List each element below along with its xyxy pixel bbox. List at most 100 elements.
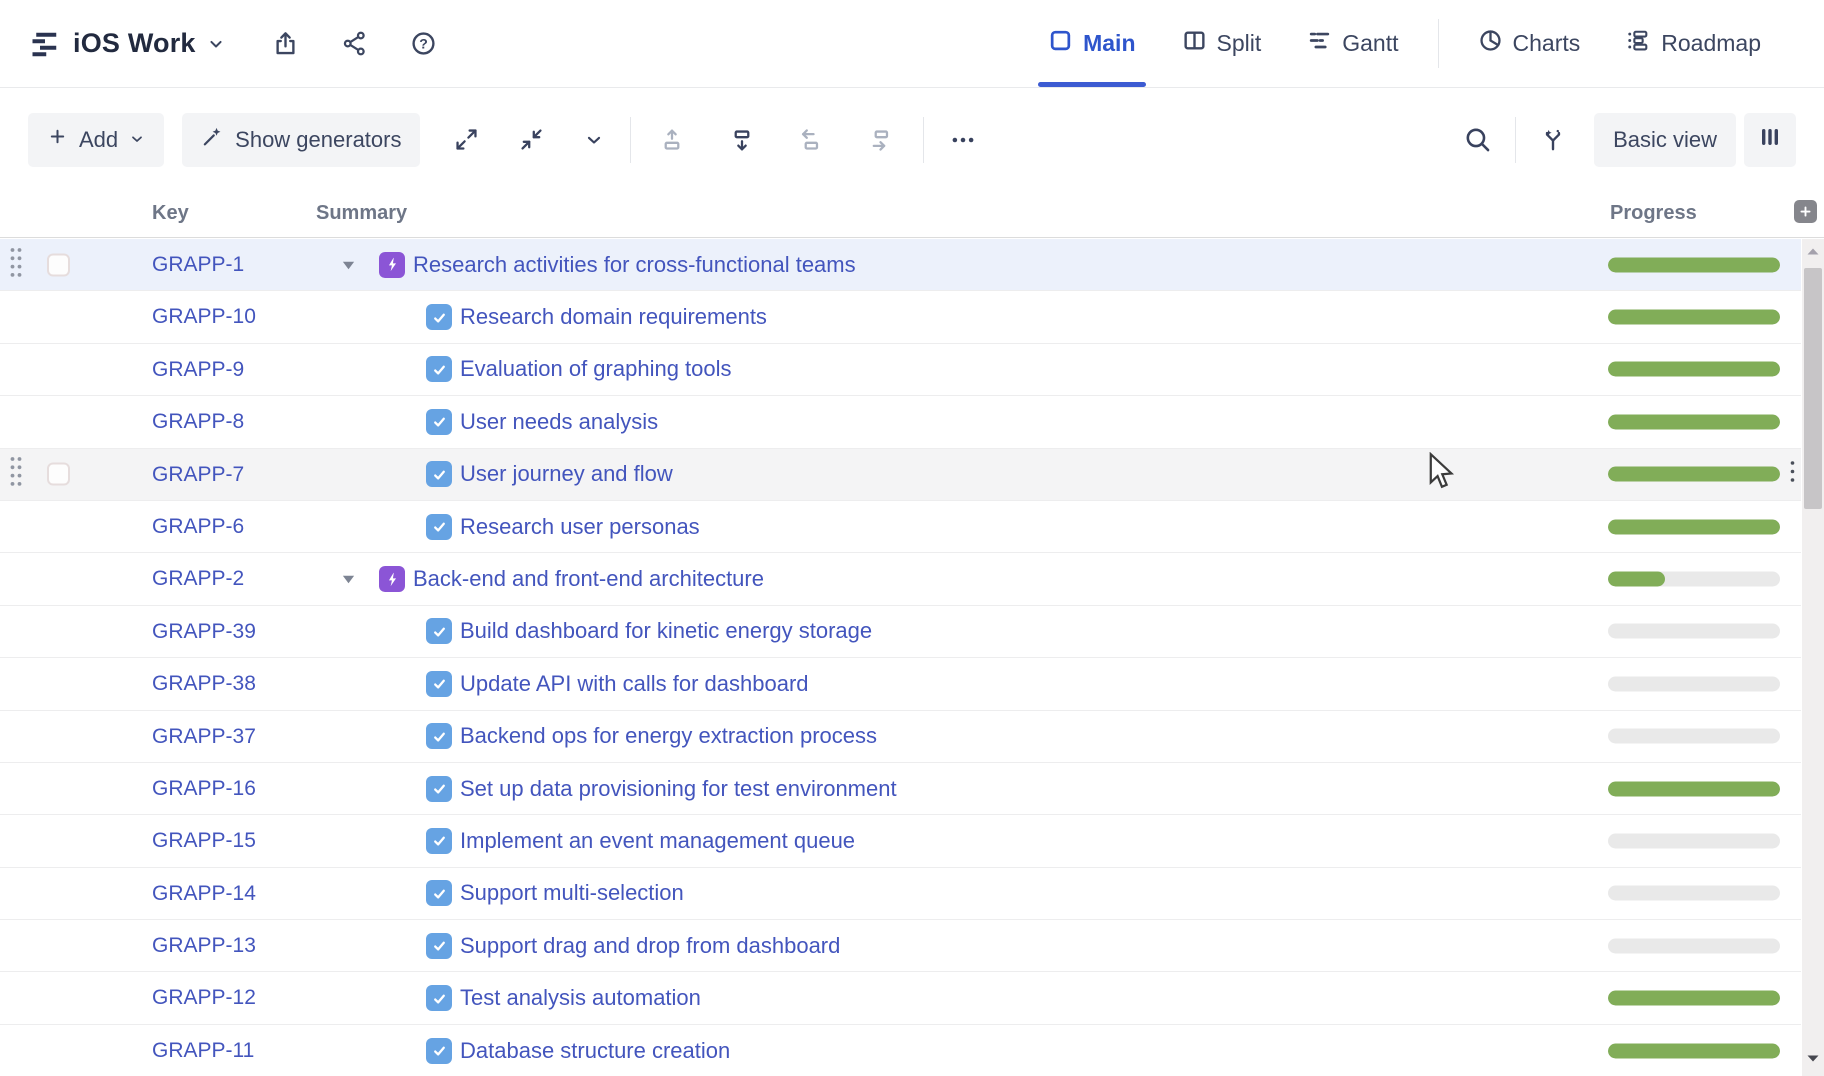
table-row[interactable]: GRAPP-2 Back-end and front-end architect…	[0, 553, 1801, 605]
show-generators-button[interactable]: Show generators	[182, 113, 420, 167]
tab-split[interactable]: Split	[1182, 0, 1262, 87]
row-actions-kebab[interactable]	[1789, 459, 1796, 489]
issue-key-link[interactable]: GRAPP-15	[152, 815, 256, 867]
issue-key-link[interactable]: GRAPP-38	[152, 658, 256, 710]
structure-title[interactable]: iOS Work	[73, 28, 196, 59]
column-header-key[interactable]: Key	[152, 190, 189, 236]
structure-switcher-chevron-icon[interactable]	[206, 34, 226, 54]
expand-collapse-chevron-icon[interactable]	[341, 573, 379, 585]
issue-summary-link[interactable]: Build dashboard for kinetic energy stora…	[460, 618, 872, 644]
table-row[interactable]: GRAPP-12 Test analysis automation	[0, 972, 1801, 1024]
issue-summary-link[interactable]: User journey and flow	[460, 461, 673, 487]
vertical-scrollbar[interactable]	[1802, 239, 1824, 1076]
drag-handle-icon[interactable]	[8, 246, 24, 284]
add-column-button[interactable]	[1794, 200, 1817, 223]
table-row[interactable]: GRAPP-11 Database structure creation	[0, 1025, 1801, 1076]
summary-cell: Support multi-selection	[341, 868, 684, 919]
view-selector-button[interactable]: Basic view	[1594, 113, 1736, 167]
table-row[interactable]: GRAPP-39 Build dashboard for kinetic ene…	[0, 606, 1801, 658]
scroll-down-icon[interactable]	[1805, 1050, 1821, 1071]
issue-key-link[interactable]: GRAPP-14	[152, 868, 256, 920]
progress-fill	[1608, 362, 1780, 377]
issue-key-link[interactable]: GRAPP-39	[152, 606, 256, 658]
outdent-button[interactable]	[799, 127, 825, 153]
issue-key-link[interactable]: GRAPP-37	[152, 711, 256, 763]
summary-cell: Set up data provisioning for test enviro…	[341, 763, 897, 814]
issue-summary-link[interactable]: Research user personas	[460, 514, 700, 540]
issue-key-link[interactable]: GRAPP-7	[152, 449, 244, 501]
expand-level-chevron-button[interactable]	[584, 130, 604, 150]
issue-summary-link[interactable]: User needs analysis	[460, 409, 658, 435]
issue-summary-link[interactable]: Update API with calls for dashboard	[460, 671, 809, 697]
tab-charts[interactable]: Charts	[1478, 0, 1581, 87]
row-checkbox[interactable]	[47, 253, 70, 276]
issue-summary-link[interactable]: Database structure creation	[460, 1038, 730, 1064]
issue-key-link[interactable]: GRAPP-10	[152, 291, 256, 343]
issue-summary-link[interactable]: Support drag and drop from dashboard	[460, 933, 840, 959]
expand-collapse-chevron-icon[interactable]	[341, 259, 379, 271]
export-button[interactable]	[272, 30, 299, 57]
search-button[interactable]	[1464, 126, 1491, 153]
columns-button[interactable]	[1744, 113, 1796, 167]
help-button[interactable]: ?	[410, 30, 437, 57]
table-row[interactable]: GRAPP-7 User journey and flow	[0, 449, 1801, 501]
column-header-summary[interactable]: Summary	[316, 190, 407, 236]
issue-summary-link[interactable]: Back-end and front-end architecture	[413, 566, 764, 592]
issue-summary-link[interactable]: Implement an event management queue	[460, 828, 855, 854]
row-checkbox[interactable]	[47, 463, 70, 486]
issue-summary-link[interactable]: Backend ops for energy extraction proces…	[460, 723, 877, 749]
issue-summary-link[interactable]: Evaluation of graphing tools	[460, 356, 732, 382]
scroll-up-icon[interactable]	[1805, 244, 1821, 265]
expand-all-button[interactable]	[454, 127, 479, 152]
issue-key-link[interactable]: GRAPP-16	[152, 763, 256, 815]
issue-key-link[interactable]: GRAPP-2	[152, 553, 244, 605]
tab-gantt[interactable]: Gantt	[1307, 0, 1398, 87]
issue-key-link[interactable]: GRAPP-8	[152, 396, 244, 448]
indent-button[interactable]	[869, 127, 895, 153]
issue-key-link[interactable]: GRAPP-6	[152, 501, 244, 553]
table-row[interactable]: GRAPP-38 Update API with calls for dashb…	[0, 658, 1801, 710]
app-header: iOS Work ?	[0, 0, 1824, 88]
issue-type-icon	[426, 723, 452, 749]
move-down-button[interactable]	[729, 127, 755, 153]
summary-cell: Research user personas	[341, 501, 700, 552]
table-row[interactable]: GRAPP-6 Research user personas	[0, 501, 1801, 553]
column-header-progress[interactable]: Progress	[1610, 190, 1697, 236]
table-row[interactable]: GRAPP-13 Support drag and drop from dash…	[0, 920, 1801, 972]
issue-key-link[interactable]: GRAPP-13	[152, 920, 256, 972]
more-actions-button[interactable]	[950, 127, 976, 153]
table-row[interactable]: GRAPP-10 Research domain requirements	[0, 291, 1801, 343]
progress-fill	[1608, 467, 1780, 482]
roadmap-icon	[1626, 28, 1651, 59]
table-row[interactable]: GRAPP-14 Support multi-selection	[0, 868, 1801, 920]
tab-roadmap[interactable]: Roadmap	[1626, 0, 1761, 87]
drag-handle-icon[interactable]	[8, 455, 24, 493]
add-button[interactable]: Add	[28, 113, 164, 167]
issue-type-icon	[426, 461, 452, 487]
tab-main[interactable]: Main	[1048, 0, 1135, 87]
issue-summary-link[interactable]: Research domain requirements	[460, 304, 767, 330]
issue-summary-link[interactable]: Test analysis automation	[460, 985, 701, 1011]
scrollbar-thumb[interactable]	[1804, 268, 1822, 509]
issue-key-link[interactable]: GRAPP-12	[152, 972, 256, 1024]
collapse-all-button[interactable]	[519, 127, 544, 152]
table-row[interactable]: GRAPP-8 User needs analysis	[0, 396, 1801, 448]
chevron-down-icon	[129, 127, 145, 153]
issue-key-link[interactable]: GRAPP-11	[152, 1025, 254, 1076]
issue-summary-link[interactable]: Support multi-selection	[460, 880, 684, 906]
table-row[interactable]: GRAPP-16 Set up data provisioning for te…	[0, 763, 1801, 815]
share-button[interactable]	[341, 30, 368, 57]
smart-filter-button[interactable]	[1540, 127, 1566, 153]
progress-bar	[1608, 833, 1780, 848]
issue-summary-link[interactable]: Set up data provisioning for test enviro…	[460, 776, 897, 802]
table-row[interactable]: GRAPP-9 Evaluation of graphing tools	[0, 344, 1801, 396]
progress-bar	[1608, 519, 1780, 534]
issue-summary-link[interactable]: Research activities for cross-functional…	[413, 252, 856, 278]
table-row[interactable]: GRAPP-37 Backend ops for energy extracti…	[0, 711, 1801, 763]
move-up-button[interactable]	[659, 127, 685, 153]
table-row[interactable]: GRAPP-15 Implement an event management q…	[0, 815, 1801, 867]
issue-key-link[interactable]: GRAPP-1	[152, 239, 244, 291]
issue-key-link[interactable]: GRAPP-9	[152, 344, 244, 396]
table-row[interactable]: GRAPP-1 Research activities for cross-fu…	[0, 239, 1801, 291]
progress-fill	[1608, 414, 1780, 429]
